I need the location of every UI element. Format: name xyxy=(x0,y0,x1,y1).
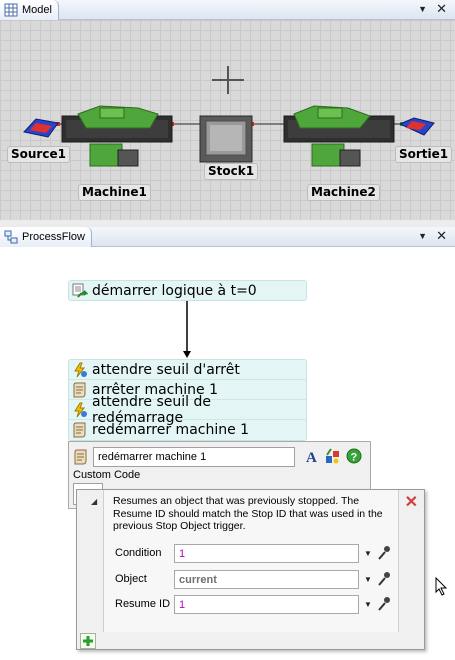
resume-description: Resumes an object that was previously st… xyxy=(113,495,383,532)
processflow-pane-tabbar: ProcessFlow ▼ ✕ xyxy=(0,227,455,247)
mouse-cursor-icon xyxy=(435,577,448,596)
processflow-icon xyxy=(4,230,18,244)
color-icon[interactable] xyxy=(325,448,341,464)
collapse-triangle-icon[interactable]: ◢ xyxy=(91,497,97,506)
condition-input[interactable] xyxy=(174,544,359,563)
object-dropdown-icon[interactable]: ▼ xyxy=(364,575,372,584)
model-3d-view[interactable]: Source1 Machine1 Stock1 Machine2 Sortie1 xyxy=(0,20,455,220)
tab-model-label: Model xyxy=(22,4,52,16)
resume-id-label: Resume ID xyxy=(115,598,171,610)
activity-wait-stop-threshold[interactable]: attendre seuil d'arrêt xyxy=(69,360,306,380)
pane-menu-dropdown[interactable]: ▼ xyxy=(418,4,427,14)
processflow-close-button[interactable]: ✕ xyxy=(436,228,447,244)
remove-close-icon[interactable]: ✕ xyxy=(405,492,418,512)
activity-stack[interactable]: attendre seuil d'arrêt arrêter machine 1… xyxy=(68,359,307,441)
activity-label: attendre seuil de redémarrage xyxy=(92,393,211,426)
origin-crosshair xyxy=(212,66,244,94)
machine1-shape[interactable] xyxy=(61,105,173,167)
activity-label: redémarrer machine 1 xyxy=(92,422,250,438)
resume-id-dropdown-icon[interactable]: ▼ xyxy=(364,600,372,609)
resume-id-input[interactable] xyxy=(174,595,359,614)
svg-text:A: A xyxy=(306,450,317,464)
start-logic-block[interactable]: démarrer logique à t=0 xyxy=(68,280,307,301)
machine2-shape[interactable] xyxy=(283,105,395,167)
label-source1[interactable]: Source1 xyxy=(7,146,70,163)
model-close-button[interactable]: ✕ xyxy=(436,1,447,17)
scheduled-source-icon xyxy=(72,283,88,298)
model-pane-tabbar: Model ▼ ✕ xyxy=(0,0,455,20)
flow-arrow xyxy=(183,301,191,358)
object-label: Object xyxy=(115,573,147,585)
pane-splitter[interactable] xyxy=(0,220,455,227)
font-icon[interactable]: A xyxy=(304,448,320,464)
sampler-dropper-icon[interactable] xyxy=(377,571,391,587)
event-trigger-icon xyxy=(74,402,87,417)
source1-shape[interactable] xyxy=(23,118,59,138)
custom-code-icon xyxy=(73,422,86,438)
label-sortie1[interactable]: Sortie1 xyxy=(395,146,453,163)
activity-name-input[interactable] xyxy=(93,447,295,467)
processflow-menu-dropdown[interactable]: ▼ xyxy=(418,231,427,241)
resume-object-popup: ◢ ✕ Resumes an object that was previousl… xyxy=(76,489,425,650)
sortie1-shape[interactable] xyxy=(398,117,435,136)
sampler-dropper-icon[interactable] xyxy=(377,545,391,561)
custom-code-icon xyxy=(74,449,87,465)
label-machine1[interactable]: Machine1 xyxy=(78,184,151,201)
condition-dropdown-icon[interactable]: ▼ xyxy=(364,549,372,558)
activity-label: attendre seuil d'arrêt xyxy=(92,361,240,378)
add-button[interactable] xyxy=(80,633,96,649)
sampler-dropper-icon[interactable] xyxy=(377,596,391,612)
condition-label: Condition xyxy=(115,547,162,559)
label-stock1[interactable]: Stock1 xyxy=(204,163,259,180)
grid-icon xyxy=(4,3,18,17)
model-scene xyxy=(23,66,435,167)
processflow-canvas[interactable]: démarrer logique à t=0 attendre seuil d'… xyxy=(0,247,455,660)
name-row xyxy=(73,447,295,467)
custom-code-label: Custom Code xyxy=(73,469,141,481)
help-icon[interactable]: ? xyxy=(346,448,362,464)
custom-code-icon xyxy=(73,382,86,397)
label-machine2[interactable]: Machine2 xyxy=(307,184,380,201)
tab-model[interactable]: Model xyxy=(0,0,59,20)
event-trigger-icon xyxy=(74,362,87,377)
start-block-label: démarrer logique à t=0 xyxy=(92,282,257,299)
tab-processflow[interactable]: ProcessFlow xyxy=(0,227,92,247)
activity-wait-restart-threshold[interactable]: attendre seuil de redémarrage xyxy=(69,394,306,426)
tab-processflow-label: ProcessFlow xyxy=(22,231,85,243)
plus-icon xyxy=(83,636,93,646)
svg-text:?: ? xyxy=(351,452,358,464)
object-input[interactable] xyxy=(174,570,359,589)
stock1-shape[interactable] xyxy=(199,115,253,163)
